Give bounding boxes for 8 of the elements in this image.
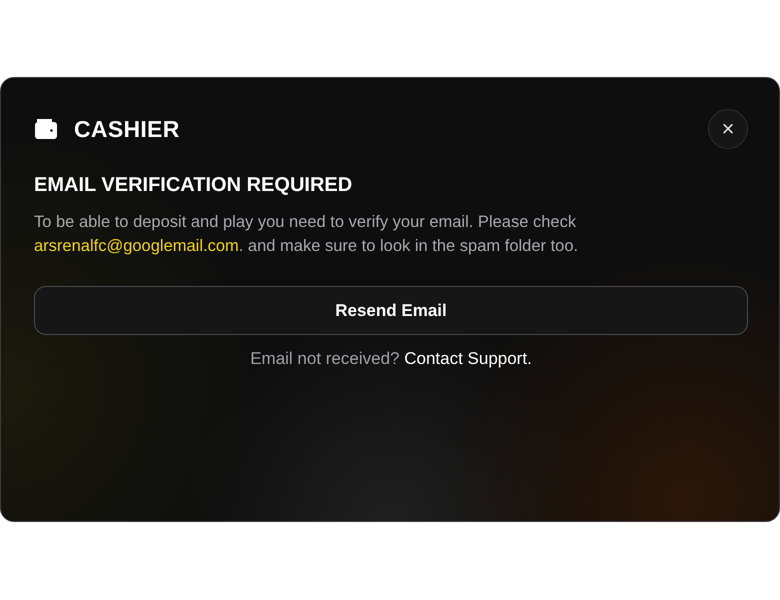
modal-title: CASHIER — [74, 116, 180, 142]
contact-support-link[interactable]: Contact Support. — [404, 349, 532, 368]
resend-email-button[interactable]: Resend Email — [34, 286, 748, 335]
wallet-icon — [34, 118, 58, 140]
section-heading: EMAIL VERIFICATION REQUIRED — [34, 174, 354, 197]
footer-text: Email not received? Contact Support. — [249, 349, 533, 369]
message-text: To be able to deposit and play you need to verify your email. Please check arsrenalfc@googlemail.com. and make sure to look in the spam folder too. — [34, 212, 580, 257]
close-button[interactable]: × — [708, 109, 748, 149]
